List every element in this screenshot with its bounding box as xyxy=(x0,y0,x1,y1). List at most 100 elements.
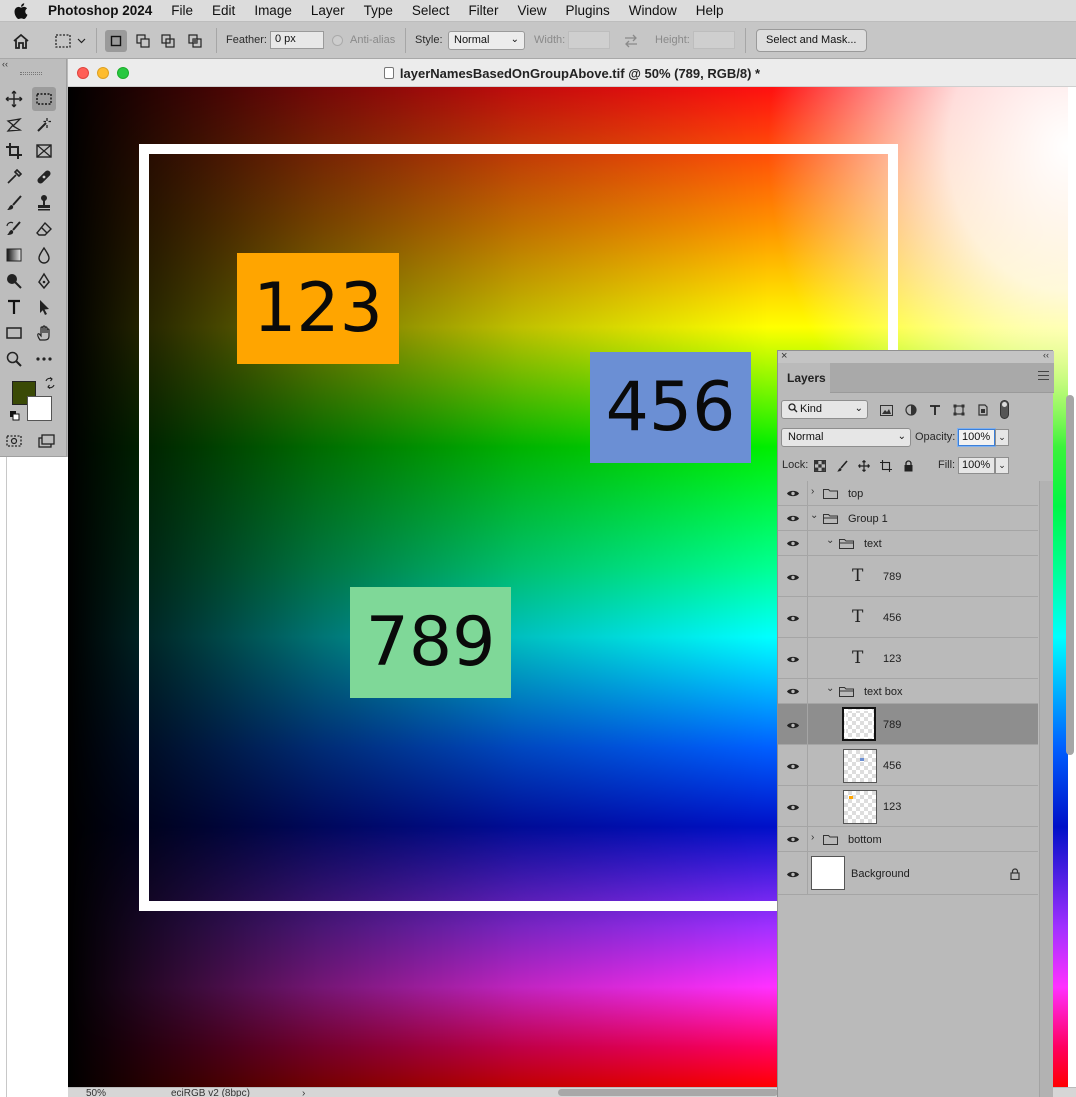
layer-row-bottom[interactable]: › bottom xyxy=(778,827,1038,852)
eyedropper-tool-icon[interactable] xyxy=(2,165,26,189)
visibility-eye-icon[interactable] xyxy=(786,834,800,844)
layer-row-box-456[interactable]: 456 xyxy=(778,745,1038,786)
swap-colors-icon[interactable] xyxy=(44,377,56,389)
visibility-eye-icon[interactable] xyxy=(786,538,800,548)
menu-type[interactable]: Type xyxy=(364,3,393,18)
type-tool-icon[interactable] xyxy=(2,295,26,319)
more-tools-icon[interactable] xyxy=(32,347,56,371)
layer-row-text-789[interactable]: T 789 xyxy=(778,556,1038,597)
layer-row-text-group[interactable]: ⌄ text xyxy=(778,531,1038,556)
visibility-eye-icon[interactable] xyxy=(786,802,800,812)
hand-tool-icon[interactable] xyxy=(32,321,56,345)
chevron-down-icon[interactable]: ⌄ xyxy=(810,510,818,521)
lock-artboard-icon[interactable] xyxy=(880,460,892,472)
layer-row-background[interactable]: Background xyxy=(778,852,1038,895)
chevron-right-icon[interactable]: › xyxy=(302,1088,305,1097)
fill-input[interactable]: 100% xyxy=(958,457,995,474)
apple-icon[interactable] xyxy=(12,2,30,20)
chevron-down-icon[interactable]: ⌄ xyxy=(826,683,834,694)
visibility-eye-icon[interactable] xyxy=(786,654,800,664)
style-select[interactable]: Normal ⌄ xyxy=(448,31,525,50)
filter-toggle[interactable] xyxy=(1000,400,1009,419)
healing-brush-tool-icon[interactable] xyxy=(32,165,56,189)
select-and-mask-button[interactable]: Select and Mask... xyxy=(756,29,867,52)
shape-filter-icon[interactable] xyxy=(952,403,966,417)
menu-layer[interactable]: Layer xyxy=(311,3,345,18)
blur-tool-icon[interactable] xyxy=(32,243,56,267)
collapse-panel-icon[interactable]: ‹‹ xyxy=(1043,350,1049,360)
home-icon[interactable] xyxy=(10,30,32,52)
menu-window[interactable]: Window xyxy=(629,3,677,18)
layer-row-text-456[interactable]: T 456 xyxy=(778,597,1038,638)
menu-view[interactable]: View xyxy=(517,3,546,18)
blend-mode-select[interactable]: Normal ⌄ xyxy=(781,428,911,447)
layers-scrollbar[interactable] xyxy=(1039,481,1053,1097)
lock-transparent-icon[interactable] xyxy=(814,460,826,472)
dodge-tool-icon[interactable] xyxy=(2,269,26,293)
type-filter-icon[interactable] xyxy=(928,403,942,417)
rectangle-tool-icon[interactable] xyxy=(2,321,26,345)
layer-row-text-123[interactable]: T 123 xyxy=(778,638,1038,679)
visibility-eye-icon[interactable] xyxy=(786,869,800,879)
eraser-tool-icon[interactable] xyxy=(32,217,56,241)
magic-wand-tool-icon[interactable] xyxy=(32,113,56,137)
clone-stamp-tool-icon[interactable] xyxy=(32,191,56,215)
layer-row-group-1[interactable]: ⌄ Group 1 xyxy=(778,506,1038,531)
panel-menu-icon[interactable] xyxy=(1038,371,1049,380)
pixel-filter-icon[interactable] xyxy=(879,403,893,417)
move-tool-icon[interactable] xyxy=(2,87,26,111)
menu-plugins[interactable]: Plugins xyxy=(565,3,609,18)
lock-position-icon[interactable] xyxy=(858,460,870,472)
visibility-eye-icon[interactable] xyxy=(786,720,800,730)
default-colors-icon[interactable] xyxy=(9,410,21,422)
tab-layers[interactable]: Layers xyxy=(778,363,830,393)
zoom-level[interactable]: 50% xyxy=(86,1088,106,1097)
visibility-eye-icon[interactable] xyxy=(786,686,800,696)
path-selection-tool-icon[interactable] xyxy=(32,295,56,319)
visibility-eye-icon[interactable] xyxy=(786,572,800,582)
preset-chevron-icon[interactable] xyxy=(74,30,88,52)
screen-mode-icon[interactable] xyxy=(34,429,58,453)
history-brush-tool-icon[interactable] xyxy=(2,217,26,241)
layer-row-box-123[interactable]: 123 xyxy=(778,786,1038,827)
background-color-swatch[interactable] xyxy=(27,396,52,421)
height-input[interactable] xyxy=(693,31,735,49)
lock-all-icon[interactable] xyxy=(902,460,914,472)
intersect-selection-icon[interactable] xyxy=(184,30,206,52)
menu-image[interactable]: Image xyxy=(254,3,292,18)
chevron-down-icon[interactable]: ⌄ xyxy=(826,535,834,546)
swap-dimensions-icon[interactable] xyxy=(620,30,642,52)
visibility-eye-icon[interactable] xyxy=(786,513,800,523)
zoom-tool-icon[interactable] xyxy=(2,347,26,371)
panel-grip[interactable] xyxy=(20,72,42,75)
vertical-scrollbar[interactable] xyxy=(1066,395,1074,755)
lock-pixels-icon[interactable] xyxy=(836,460,848,472)
visibility-eye-icon[interactable] xyxy=(786,488,800,498)
menu-help[interactable]: Help xyxy=(696,3,724,18)
width-input[interactable] xyxy=(568,31,610,49)
chevron-right-icon[interactable]: › xyxy=(811,486,814,497)
text-box-123[interactable]: 123 xyxy=(237,253,399,364)
add-selection-icon[interactable] xyxy=(132,30,154,52)
marquee-preset-icon[interactable] xyxy=(52,30,74,52)
adjustment-filter-icon[interactable] xyxy=(904,403,918,417)
document-titlebar[interactable]: layerNamesBasedOnGroupAbove.tif @ 50% (7… xyxy=(68,59,1076,87)
subtract-selection-icon[interactable] xyxy=(157,30,179,52)
lasso-tool-icon[interactable] xyxy=(2,113,26,137)
crop-tool-icon[interactable] xyxy=(2,139,26,163)
layer-row-box-789[interactable]: 789 xyxy=(778,704,1038,745)
menu-app-name[interactable]: Photoshop 2024 xyxy=(48,3,152,18)
chevron-right-icon[interactable]: › xyxy=(811,832,814,843)
smart-object-filter-icon[interactable] xyxy=(976,403,990,417)
anti-alias-checkbox[interactable] xyxy=(332,35,343,46)
fill-dropdown-icon[interactable]: ⌄ xyxy=(995,457,1009,474)
pen-tool-icon[interactable] xyxy=(32,269,56,293)
close-panel-icon[interactable]: × xyxy=(781,350,787,362)
frame-tool-icon[interactable] xyxy=(32,139,56,163)
filter-kind-select[interactable]: Kind ⌄ xyxy=(781,400,868,419)
layer-row-text-box-group[interactable]: ⌄ text box xyxy=(778,679,1038,704)
text-box-456[interactable]: 456 xyxy=(590,352,751,463)
brush-tool-icon[interactable] xyxy=(2,191,26,215)
quick-mask-icon[interactable] xyxy=(2,429,26,453)
visibility-eye-icon[interactable] xyxy=(786,613,800,623)
